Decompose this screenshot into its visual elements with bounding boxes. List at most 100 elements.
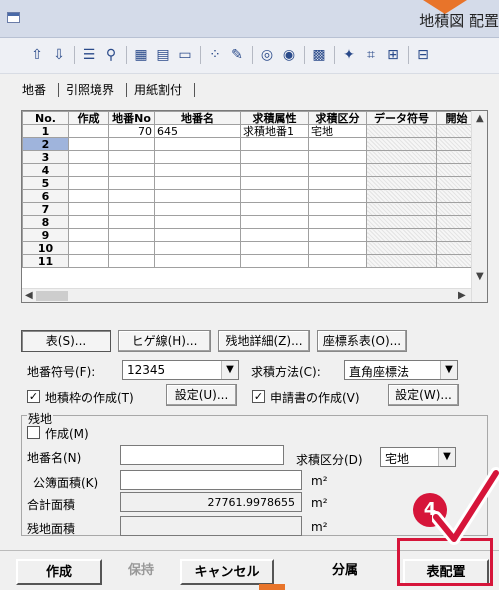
table-cell[interactable] [154,215,241,229]
table-cell[interactable] [366,124,437,138]
table-cell[interactable] [154,202,241,216]
coordinate-table-button[interactable]: 座標系表(O)... [317,330,407,352]
table-insert-icon[interactable]: ▦ [132,46,150,64]
table-cell[interactable] [366,215,437,229]
table-cell[interactable] [154,176,241,190]
table-cell[interactable] [240,137,309,151]
target-icon[interactable]: ◎ [258,46,276,64]
table-cell[interactable] [366,254,437,268]
table-row[interactable]: 7 [22,202,477,216]
table-cell[interactable] [366,176,437,190]
table-cell[interactable] [68,176,109,190]
table-row[interactable]: 1 70 645 求積地番1 宅地 [22,124,477,138]
save-button[interactable]: 保持 [104,559,178,585]
table-cell[interactable] [154,189,241,203]
table-delete-icon[interactable]: ▤ [154,46,172,64]
method-select[interactable]: 直角座標法 ▼ [344,360,458,380]
table-cell[interactable] [366,150,437,164]
table-cell[interactable] [108,163,155,177]
table-cell[interactable]: 645 [154,124,241,138]
remainder-lot-name-input[interactable] [120,445,284,465]
application-settings-button[interactable]: 設定(W)... [388,384,459,406]
pin-icon[interactable]: ✦ [340,46,358,64]
table-cell[interactable] [108,189,155,203]
grid-icon[interactable]: ▩ [310,46,328,64]
table-cell[interactable] [308,202,367,216]
tab-lot[interactable]: 地番 [22,81,46,98]
table-cell[interactable] [68,241,109,255]
frame-settings-button[interactable]: 設定(U)... [166,384,237,406]
table-cell[interactable] [108,241,155,255]
list-icon[interactable]: ☰ [80,46,98,64]
merge-icon[interactable]: ⊞ [384,46,402,64]
table-button[interactable]: 表(S)... [21,330,111,352]
vertical-scrollbar[interactable]: ▲ ▼ [471,111,487,302]
table-cell[interactable] [68,215,109,229]
subordinate-button[interactable]: 分属 [300,559,390,585]
table-cell[interactable] [308,215,367,229]
horizontal-scrollbar[interactable]: ◀ ▶ [22,288,471,302]
column-header[interactable]: データ符号 [366,111,437,125]
table-cell[interactable] [240,202,309,216]
table-cell[interactable] [240,150,309,164]
scroll-thumb[interactable] [36,291,68,301]
window-icon[interactable] [7,12,20,23]
move-up-icon[interactable]: ⇧ [28,46,46,64]
table-cell[interactable] [108,215,155,229]
edit-icon[interactable]: ✎ [228,46,246,64]
table-row[interactable]: 3 [22,150,477,164]
table-cell[interactable] [108,254,155,268]
chevron-down-icon[interactable]: ▼ [440,361,457,379]
table-cell[interactable] [154,137,241,151]
table-cell[interactable] [108,228,155,242]
table-cell[interactable] [240,241,309,255]
split-icon[interactable]: ⌗ [362,46,380,64]
table-cell[interactable] [68,150,109,164]
table-cell[interactable] [154,228,241,242]
column-header[interactable]: No. [22,111,69,125]
table-cell[interactable] [68,189,109,203]
column-header[interactable]: 地番No [108,111,155,125]
chevron-down-icon[interactable]: ▼ [221,361,238,379]
table-cell[interactable] [68,228,109,242]
table-cell[interactable] [366,241,437,255]
frame-checkbox[interactable]: ✓ [27,390,40,403]
remainder-create-checkbox[interactable] [27,426,40,439]
align-icon[interactable]: ⊟ [414,46,432,64]
scroll-down-icon[interactable]: ▼ [476,271,484,282]
input-icon[interactable]: ▭ [176,46,194,64]
table-cell[interactable] [154,241,241,255]
move-down-icon[interactable]: ⇩ [50,46,68,64]
lot-code-select[interactable]: 12345 ▼ [122,360,239,380]
table-cell[interactable] [68,254,109,268]
table-cell[interactable]: 宅地 [308,124,367,138]
table-cell[interactable] [366,137,437,151]
table-cell[interactable] [366,202,437,216]
column-header[interactable]: 求積区分 [308,111,367,125]
table-row[interactable]: 11 [22,254,477,268]
table-cell[interactable] [154,254,241,268]
points-icon[interactable]: ⁘ [206,46,224,64]
column-header[interactable]: 作成 [68,111,109,125]
chevron-down-icon[interactable]: ▼ [438,448,455,466]
column-header[interactable]: 求積属性 [240,111,309,125]
application-checkbox[interactable]: ✓ [252,390,265,403]
scroll-up-icon[interactable]: ▲ [476,113,484,124]
table-row[interactable]: 5 [22,176,477,190]
table-cell[interactable] [308,163,367,177]
table-cell[interactable] [68,137,109,151]
registry-area-input[interactable] [120,470,302,490]
table-cell[interactable] [308,254,367,268]
target-color-icon[interactable]: ◉ [280,46,298,64]
table-cell[interactable] [68,124,109,138]
table-row[interactable]: 10 [22,241,477,255]
table-row[interactable]: 6 [22,189,477,203]
table-row[interactable]: 9 [22,228,477,242]
table-cell[interactable] [108,202,155,216]
table-cell[interactable] [240,163,309,177]
table-cell[interactable] [308,228,367,242]
table-cell[interactable] [154,150,241,164]
column-header[interactable]: 地番名 [154,111,241,125]
lot-grid[interactable]: No. 作成 地番No 地番名 求積属性 求積区分 データ符号 開始 1 70 645 求積地番1 宅… [21,110,488,303]
table-cell[interactable] [240,228,309,242]
